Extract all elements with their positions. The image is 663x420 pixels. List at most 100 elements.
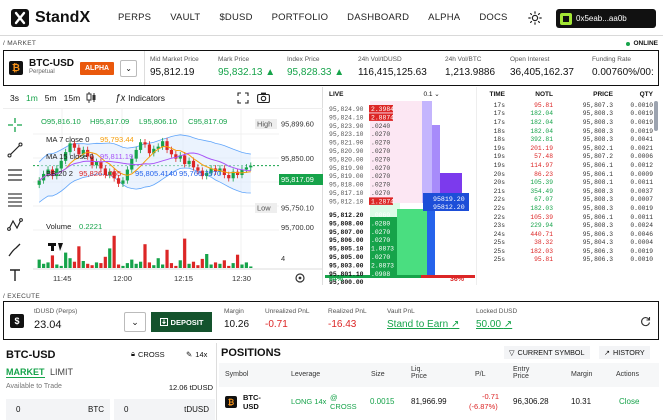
ask-size: .0270 (371, 140, 390, 147)
chevron-down-icon[interactable]: ⌄ (120, 59, 138, 77)
stand-to-earn-link[interactable]: Stand to Earn ↗ (387, 319, 459, 330)
crosshair-icon[interactable] (7, 117, 23, 133)
nav-dusd[interactable]: $DUSD (219, 12, 252, 23)
current-symbol-button[interactable]: ▽ CURRENT SYMBOL (504, 346, 590, 359)
alpha-badge: ALPHA (80, 61, 115, 75)
refresh-icon[interactable] (640, 316, 651, 327)
trade-time: 20s (493, 179, 505, 187)
trade-notional: 201.19 (530, 144, 553, 152)
indicators-button[interactable]: Indicators (128, 93, 165, 103)
stat-funding-rate: Funding Rate 0.00760%/00: (592, 56, 654, 78)
tab-limit[interactable]: LIMIT (50, 367, 73, 377)
nav-docs[interactable]: DOCS (479, 12, 507, 23)
chevron-down-icon[interactable]: ⌄ (124, 312, 146, 332)
nav-vault[interactable]: VAULT (170, 12, 200, 23)
btc-quantity-input[interactable]: 0 BTC (6, 399, 110, 420)
function-icon[interactable]: ƒx (114, 92, 125, 103)
locked-dusd-link[interactable]: 50.00 ↗ (476, 319, 517, 330)
interval-3s[interactable]: 3s (10, 93, 19, 103)
trend-line-icon[interactable] (7, 142, 23, 158)
position-size: 0.0015 (370, 397, 395, 406)
deposit-button[interactable]: DEPOSIT (151, 312, 212, 332)
trade-time: 25s (493, 256, 505, 264)
history-button[interactable]: ↗ HISTORY (599, 346, 650, 359)
trade-qty: 0.0009 (630, 170, 653, 178)
brand-name: StandX (35, 8, 91, 26)
candle (59, 160, 63, 169)
bid-size: .0908 (371, 271, 390, 278)
candle-type-icon[interactable] (86, 92, 96, 103)
trade-time: 24s (493, 230, 505, 238)
interval-15m[interactable]: 15m (64, 93, 81, 103)
sun-icon[interactable] (528, 11, 542, 25)
interval-5m[interactable]: 5m (45, 93, 57, 103)
nav-portfolio[interactable]: PORTFOLIO (272, 12, 329, 23)
trade-time: 25s (493, 239, 505, 247)
trade-time: 20s (493, 170, 505, 178)
ask-size: .0270 (371, 173, 390, 180)
nav-dashboard[interactable]: DASHBOARD (347, 12, 409, 23)
market-selector[interactable]: ₿ BTC-USD Perpetual ALPHA ⌄ (4, 51, 145, 85)
trade-row: 22s 105.39 95,806.1 0.0011 (477, 213, 659, 222)
trades-list: 17s 95.81 95,807.3 0.0010 17s 182.04 95,808.3 0… (477, 101, 659, 264)
recent-trades: TIME NOTL PRICE QTY 17s 95.81 95,807.3 0.00… (476, 87, 659, 285)
trade-notional: 57.48 (534, 153, 553, 161)
bid-price: 95,808.00 (329, 220, 364, 227)
horizontal-lines-icon[interactable] (7, 167, 23, 183)
interval-1m[interactable]: 1m (26, 93, 38, 103)
wallet-address: 0x5eab...aa0b (576, 14, 627, 23)
trades-scrollbar[interactable] (654, 101, 658, 131)
usd-quantity-input[interactable]: 0 tDUSD (114, 399, 215, 420)
candle (161, 141, 165, 147)
col-notional: NOTL (535, 90, 553, 98)
ask-price: 95,819.00 (329, 173, 364, 180)
bid-ratio: 64% (329, 276, 344, 283)
candle (165, 141, 169, 150)
locked-dusd-stat: Locked DUSD 50.00 ↗ (476, 308, 518, 330)
ohlc-high: H95,817.09 (90, 117, 129, 126)
ask-size: .0270 (371, 165, 390, 172)
trade-time: 17s (493, 110, 505, 118)
trade-row: 17s 95.81 95,807.3 0.0010 (477, 101, 659, 110)
bid-depth-layer (397, 209, 427, 275)
bitcoin-icon: ₿ (225, 396, 237, 408)
ohlc-open: O95,816.10 (41, 117, 81, 126)
ask-price: 95,821.90 (329, 140, 364, 147)
nav-perps[interactable]: PERPS (118, 12, 151, 23)
ask-price: 95,820.00 (329, 156, 364, 163)
fib-icon[interactable] (7, 192, 23, 208)
camera-icon[interactable] (257, 92, 270, 103)
price-chart[interactable]: O95,816.10 H95,817.09 L95,806.10 C95,817… (33, 109, 323, 285)
trade-qty: 0.0004 (630, 239, 653, 247)
brush-icon[interactable] (7, 242, 23, 258)
volume-bar (46, 262, 50, 268)
margin-mode-button[interactable]: 🔒︎ CROSS (131, 347, 165, 361)
trade-time: 19s (493, 161, 505, 169)
trade-notional: 114.97 (530, 161, 553, 169)
trade-price: 95,808.3 (582, 110, 613, 118)
time-tick: 12:30 (232, 274, 251, 283)
volume-bar (86, 263, 90, 268)
ask-price: 95,817.10 (329, 190, 364, 197)
ask-size: .0270 (371, 156, 390, 163)
orderbook-live-label: LIVE (329, 90, 344, 98)
nav-alpha[interactable]: ALPHA (428, 12, 460, 23)
volume-bar (227, 265, 231, 268)
wallet-button[interactable]: 0x5eab...aa0b (556, 9, 656, 28)
text-icon[interactable] (7, 267, 23, 283)
settings-icon[interactable] (295, 273, 305, 283)
close-position-button[interactable]: Close (619, 397, 639, 406)
tradingview-logo (48, 243, 63, 251)
trade-qty: 0.0019 (630, 118, 653, 126)
trade-notional: 182.03 (530, 204, 553, 212)
volume-bar (191, 261, 196, 268)
tick-size-select[interactable]: 0.1 ⌄ (423, 90, 439, 98)
candle (134, 149, 138, 159)
fullscreen-icon[interactable] (237, 91, 249, 104)
tab-market[interactable]: MARKET (6, 367, 45, 378)
pattern-icon[interactable] (7, 217, 23, 233)
market-bar: ₿ BTC-USD Perpetual ALPHA ⌄ Mid Market P… (3, 50, 659, 86)
leverage-button[interactable]: ✎ 14x (186, 347, 207, 361)
brand-logo[interactable]: StandX (10, 8, 110, 28)
trade-price: 95,806.1 (582, 161, 613, 169)
